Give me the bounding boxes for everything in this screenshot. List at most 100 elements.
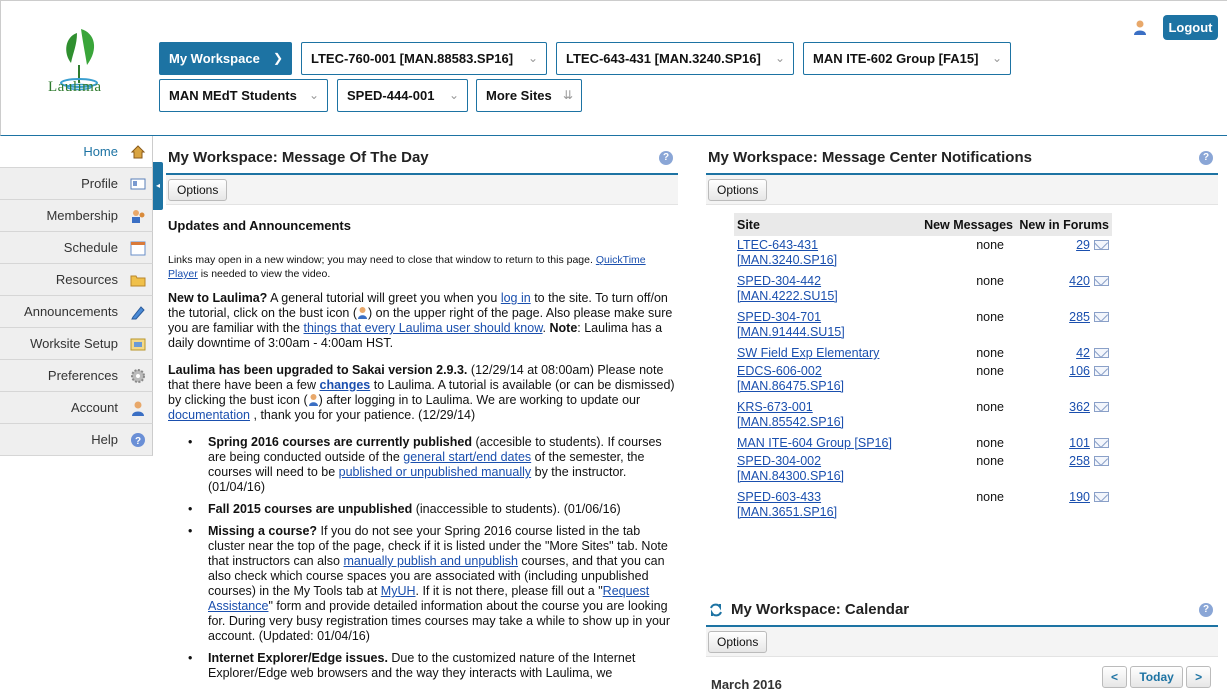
envelope-icon[interactable] <box>1094 240 1109 250</box>
site-link[interactable]: LTEC-643-431 [MAN.3240.SP16] <box>737 238 837 267</box>
myuh-link[interactable]: MyUH <box>381 584 416 598</box>
envelope-icon[interactable] <box>1094 438 1109 448</box>
forum-count-link[interactable]: 101 <box>1069 436 1090 450</box>
publish-unpublish-link[interactable]: manually publish and unpublish <box>344 554 518 568</box>
forum-count-link[interactable]: 42 <box>1076 346 1090 360</box>
table-row: SPED-304-701 [MAN.91444.SU15] none 285 <box>734 308 1112 344</box>
envelope-icon[interactable] <box>1094 348 1109 358</box>
nav-item-label: Membership <box>46 208 118 223</box>
site-tab-my-workspace[interactable]: My Workspace ❯ <box>159 42 292 75</box>
site-link[interactable]: SW Field Exp Elementary <box>737 346 879 360</box>
documentation-link[interactable]: documentation <box>168 408 250 422</box>
site-name: SPED-304-701 <box>737 310 822 324</box>
more-sites-tab[interactable]: More Sites ⇊ <box>476 79 582 112</box>
forum-count-link[interactable]: 258 <box>1069 454 1090 468</box>
publish-manually-link[interactable]: published or unpublished manually <box>339 465 532 479</box>
nav-item-schedule[interactable]: Schedule <box>0 232 153 264</box>
envelope-icon[interactable] <box>1094 312 1109 322</box>
chevron-down-icon[interactable]: ⌄ <box>449 80 459 111</box>
things-to-know-link[interactable]: things that every Laulima user should kn… <box>304 321 543 335</box>
table-row: LTEC-643-431 [MAN.3240.SP16] none 29 <box>734 236 1112 272</box>
envelope-icon[interactable] <box>1094 366 1109 376</box>
nav-item-label: Worksite Setup <box>30 336 118 351</box>
help-icon[interactable]: ? <box>1199 151 1213 165</box>
next-month-button[interactable]: > <box>1186 666 1212 688</box>
site-tab-man-ite-602[interactable]: MAN ITE-602 Group [FA15] ⌄ <box>803 42 1011 75</box>
nav-item-announcements[interactable]: Announcements <box>0 296 153 328</box>
bold-text: Spring 2016 courses are currently publis… <box>208 435 472 449</box>
nav-item-account[interactable]: Account <box>0 392 153 424</box>
site-name: SPED-304-002 <box>737 454 822 468</box>
nav-item-profile[interactable]: Profile <box>0 168 153 200</box>
forum-count-link[interactable]: 29 <box>1076 238 1090 252</box>
table-row: SPED-304-442 [MAN.4222.SU15] none 420 <box>734 272 1112 308</box>
start-end-dates-link[interactable]: general start/end dates <box>403 450 531 464</box>
site-tab-sped-444[interactable]: SPED-444-001 ⌄ <box>337 79 468 112</box>
previous-month-button[interactable]: < <box>1102 666 1128 688</box>
chevron-down-icon[interactable]: ⌄ <box>992 43 1002 74</box>
site-tab-label: MAN MEdT Students <box>169 88 297 103</box>
log-in-link[interactable]: log in <box>501 291 531 305</box>
site-link[interactable]: KRS-673-001 [MAN.85542.SP16] <box>737 400 844 429</box>
site-tab-ltec-760[interactable]: LTEC-760-001 [MAN.88583.SP16] ⌄ <box>301 42 547 75</box>
today-button[interactable]: Today <box>1130 666 1183 688</box>
chevron-down-icon[interactable]: ⌄ <box>528 43 538 74</box>
site-name: SPED-603-433 <box>737 490 822 504</box>
help-icon[interactable]: ? <box>659 151 673 165</box>
site-link[interactable]: SPED-304-701 [MAN.91444.SU15] <box>737 310 845 339</box>
chevron-down-icon[interactable]: ⌄ <box>775 43 785 74</box>
nav-item-worksite-setup[interactable]: Worksite Setup <box>0 328 153 360</box>
message-center-title: My Workspace: Message Center Notificatio… <box>706 149 1218 175</box>
help-icon[interactable]: ? <box>1199 603 1213 617</box>
text: . If it is not there, please fill out a … <box>415 584 603 598</box>
options-button[interactable]: Options <box>708 179 768 201</box>
logo-text: Laulima <box>48 79 102 95</box>
site-link[interactable]: SPED-304-442 [MAN.4222.SU15] <box>737 274 838 303</box>
envelope-icon[interactable] <box>1094 276 1109 286</box>
svg-text:?: ? <box>135 436 141 447</box>
site-code: [MAN.3240.SP16] <box>737 253 838 267</box>
chevron-down-icon[interactable]: ⌄ <box>309 80 319 111</box>
bust-icon[interactable] <box>1132 19 1148 35</box>
note-paragraph: Links may open in a new window; you may … <box>168 253 678 281</box>
site-link[interactable]: EDCS-606-002 [MAN.86475.SP16] <box>737 364 844 393</box>
note-text: is needed to view the video. <box>200 268 331 280</box>
double-chevron-down-icon[interactable]: ⇊ <box>563 80 573 111</box>
site-link[interactable]: SPED-603-433 [MAN.3651.SP16] <box>737 490 837 519</box>
nav-item-home[interactable]: Home <box>0 136 153 168</box>
site-link[interactable]: SPED-304-002 [MAN.84300.SP16] <box>737 454 844 483</box>
text: (inaccessible to students). (01/06/16) <box>415 502 621 516</box>
forum-count-link[interactable]: 285 <box>1069 310 1090 324</box>
nav-item-resources[interactable]: Resources <box>0 264 153 296</box>
logout-button[interactable]: Logout <box>1163 15 1218 40</box>
site-link[interactable]: MAN ITE-604 Group [SP16] <box>737 436 892 450</box>
nav-item-label: Schedule <box>63 240 118 255</box>
forum-count-link[interactable]: 362 <box>1069 400 1090 414</box>
collapse-menu-button[interactable]: ◂ <box>153 162 163 210</box>
bust-icon <box>357 307 367 319</box>
site-tab-label: My Workspace <box>169 51 260 66</box>
nav-item-membership[interactable]: Membership <box>0 200 153 232</box>
envelope-icon[interactable] <box>1094 456 1109 466</box>
site-tab-ltec-643[interactable]: LTEC-643-431 [MAN.3240.SP16] ⌄ <box>556 42 794 75</box>
envelope-icon[interactable] <box>1094 402 1109 412</box>
nav-item-help[interactable]: Help ? <box>0 424 153 456</box>
options-button[interactable]: Options <box>168 179 228 201</box>
new-messages-cell: none <box>976 310 1004 324</box>
site-tab-man-medt[interactable]: MAN MEdT Students ⌄ <box>159 79 328 112</box>
calendar-title: My Workspace: Calendar <box>706 601 1218 627</box>
forum-count-link[interactable]: 420 <box>1069 274 1090 288</box>
site-code: [MAN.4222.SU15] <box>737 289 838 303</box>
announcement-list: Spring 2016 courses are currently publis… <box>168 435 678 681</box>
pencil-icon <box>131 306 145 320</box>
changes-link[interactable]: changes <box>320 378 371 392</box>
options-button[interactable]: Options <box>708 631 768 653</box>
new-messages-cell: none <box>976 436 1004 450</box>
forum-count-link[interactable]: 106 <box>1069 364 1090 378</box>
envelope-icon[interactable] <box>1094 492 1109 502</box>
nav-item-preferences[interactable]: Preferences <box>0 360 153 392</box>
forum-count-link[interactable]: 190 <box>1069 490 1090 504</box>
chevron-down-icon[interactable]: ❯ <box>273 43 283 74</box>
message-options-bar: Options <box>706 175 1218 205</box>
refresh-icon[interactable] <box>709 603 723 617</box>
